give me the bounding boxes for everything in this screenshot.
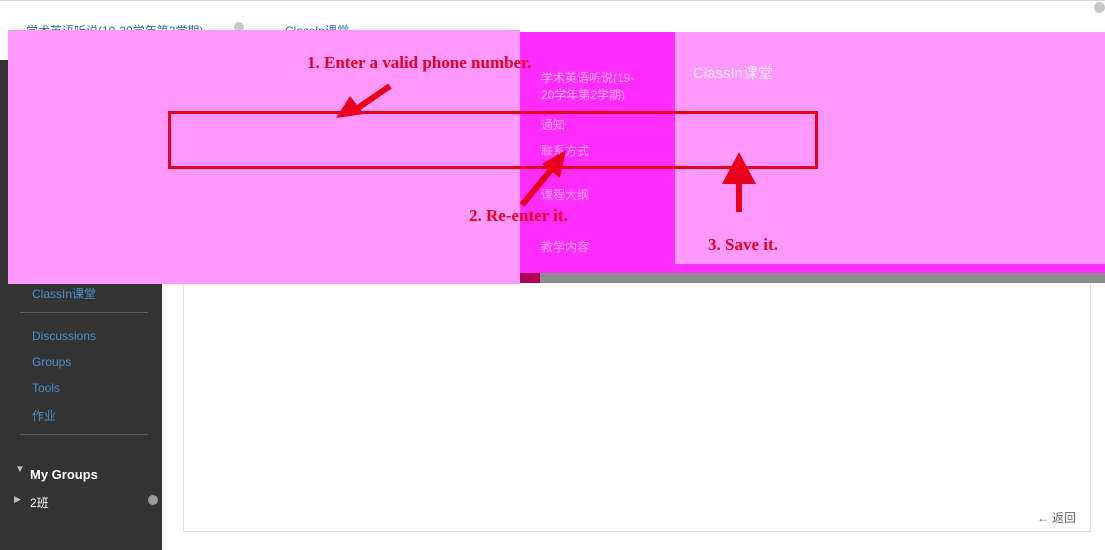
arrow-icon xyxy=(519,163,558,207)
arrow-icon xyxy=(722,152,756,184)
annotation-arrows xyxy=(336,83,756,212)
